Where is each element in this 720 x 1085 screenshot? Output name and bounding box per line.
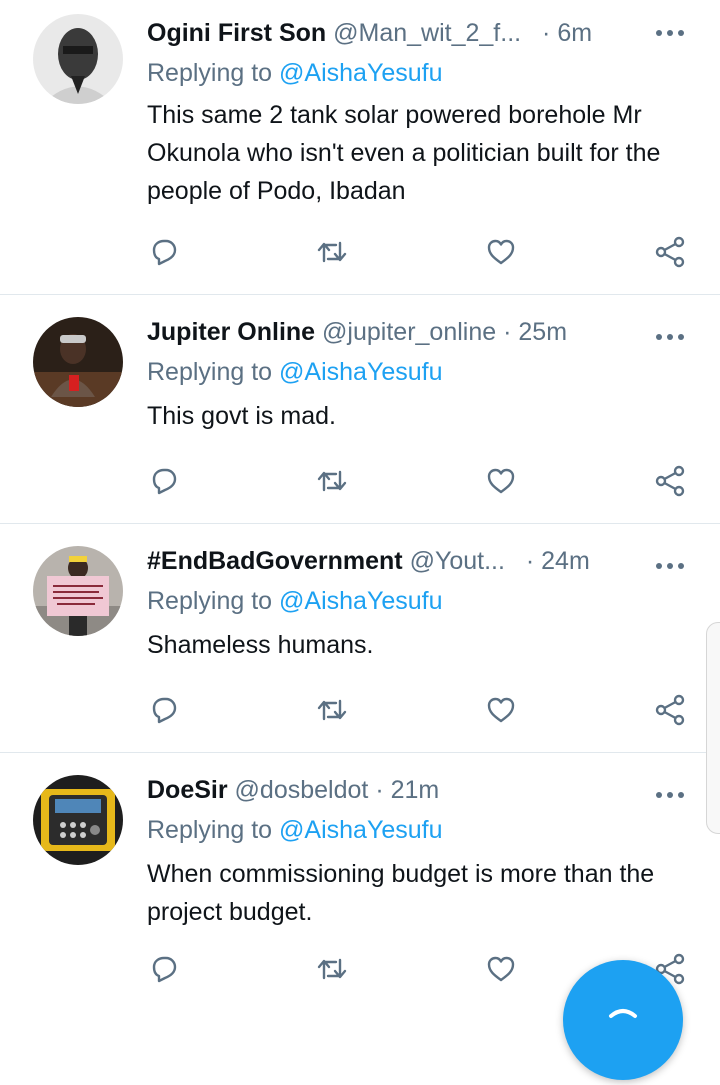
like-button[interactable]: [483, 463, 519, 499]
more-button[interactable]: [654, 18, 686, 48]
display-name[interactable]: Ogini First Son: [147, 19, 326, 47]
mention-link[interactable]: @AishaYesufu: [279, 59, 442, 87]
like-icon: [487, 956, 515, 982]
share-icon: [655, 236, 685, 268]
tweet-text: When commissioning budget is more than t…: [147, 860, 655, 926]
more-icon: [656, 30, 684, 36]
reply-button[interactable]: [146, 234, 182, 270]
retweet-icon: [317, 958, 347, 980]
replying-to: Replying to @AishaYesufu: [147, 813, 442, 847]
tweet-header: DoeSir @dosbeldot · 21m: [147, 773, 439, 807]
replying-label: Replying to: [147, 59, 273, 87]
reply-icon: [152, 956, 177, 983]
like-button[interactable]: [483, 234, 519, 270]
edge-panel-handle[interactable]: [706, 622, 720, 834]
share-button[interactable]: [652, 234, 688, 270]
reply-icon: [152, 468, 177, 495]
retweet-button[interactable]: [314, 463, 350, 499]
mention-link[interactable]: @AishaYesufu: [279, 816, 442, 844]
timestamp[interactable]: · 6m: [542, 19, 592, 47]
more-button[interactable]: [654, 551, 686, 581]
reply-button[interactable]: [146, 951, 182, 987]
retweet-icon: [317, 699, 347, 721]
share-button[interactable]: [652, 692, 688, 728]
replying-to: Replying to @AishaYesufu: [147, 56, 442, 90]
avatar[interactable]: [33, 775, 123, 865]
avatar[interactable]: [33, 14, 123, 104]
like-icon: [487, 697, 515, 723]
tweet-header: Ogini First Son @Man_wit_2_f... · 6m: [147, 16, 592, 50]
like-icon: [487, 468, 515, 494]
more-button[interactable]: [654, 322, 686, 352]
user-handle[interactable]: @dosbeldot: [235, 776, 369, 804]
tweet-text: This govt is mad.: [147, 402, 336, 430]
retweet-button[interactable]: [314, 692, 350, 728]
retweet-icon: [317, 241, 347, 263]
more-icon: [656, 334, 684, 340]
replying-label: Replying to: [147, 816, 273, 844]
mention-link[interactable]: @AishaYesufu: [279, 587, 442, 615]
avatar[interactable]: [33, 546, 123, 636]
like-button[interactable]: [483, 692, 519, 728]
mention-link[interactable]: @AishaYesufu: [279, 358, 442, 386]
timestamp[interactable]: · 25m: [503, 318, 567, 346]
more-icon: [656, 563, 684, 569]
tweet[interactable]: Ogini First Son @Man_wit_2_f... · 6m Rep…: [0, 0, 720, 295]
more-button[interactable]: [654, 780, 686, 810]
share-button[interactable]: [652, 463, 688, 499]
retweet-button[interactable]: [314, 234, 350, 270]
timestamp[interactable]: · 24m: [526, 547, 590, 575]
user-handle[interactable]: @jupiter_online: [322, 318, 496, 346]
display-name[interactable]: Jupiter Online: [147, 318, 315, 346]
timestamp[interactable]: · 21m: [375, 776, 439, 804]
avatar[interactable]: [33, 317, 123, 407]
replying-to: Replying to @AishaYesufu: [147, 584, 442, 618]
user-handle[interactable]: @Yout...: [410, 547, 505, 575]
like-icon: [487, 239, 515, 265]
like-button[interactable]: [483, 951, 519, 987]
retweet-icon: [317, 470, 347, 492]
replying-label: Replying to: [147, 587, 273, 615]
tweet[interactable]: Jupiter Online @jupiter_online · 25m Rep…: [0, 295, 720, 524]
compose-icon: [609, 1009, 637, 1018]
more-icon: [656, 792, 684, 798]
user-handle[interactable]: @Man_wit_2_f...: [333, 19, 521, 47]
compose-button[interactable]: [563, 960, 683, 1080]
reply-button[interactable]: [146, 692, 182, 728]
tweet[interactable]: #EndBadGovernment @Yout... · 24m Replyin…: [0, 524, 720, 753]
share-icon: [655, 465, 685, 497]
tweet-header: Jupiter Online @jupiter_online · 25m: [147, 315, 567, 349]
replying-label: Replying to: [147, 358, 273, 386]
share-icon: [655, 694, 685, 726]
reply-button[interactable]: [146, 463, 182, 499]
display-name[interactable]: DoeSir: [147, 776, 228, 804]
reply-icon: [152, 697, 177, 724]
tweet-header: #EndBadGovernment @Yout... · 24m: [147, 544, 590, 578]
tweet-text: Shameless humans.: [147, 631, 374, 659]
tweet-text: This same 2 tank solar powered borehole …: [147, 101, 661, 205]
reply-icon: [152, 239, 177, 266]
display-name[interactable]: #EndBadGovernment: [147, 547, 403, 575]
retweet-button[interactable]: [314, 951, 350, 987]
replying-to: Replying to @AishaYesufu: [147, 355, 442, 389]
